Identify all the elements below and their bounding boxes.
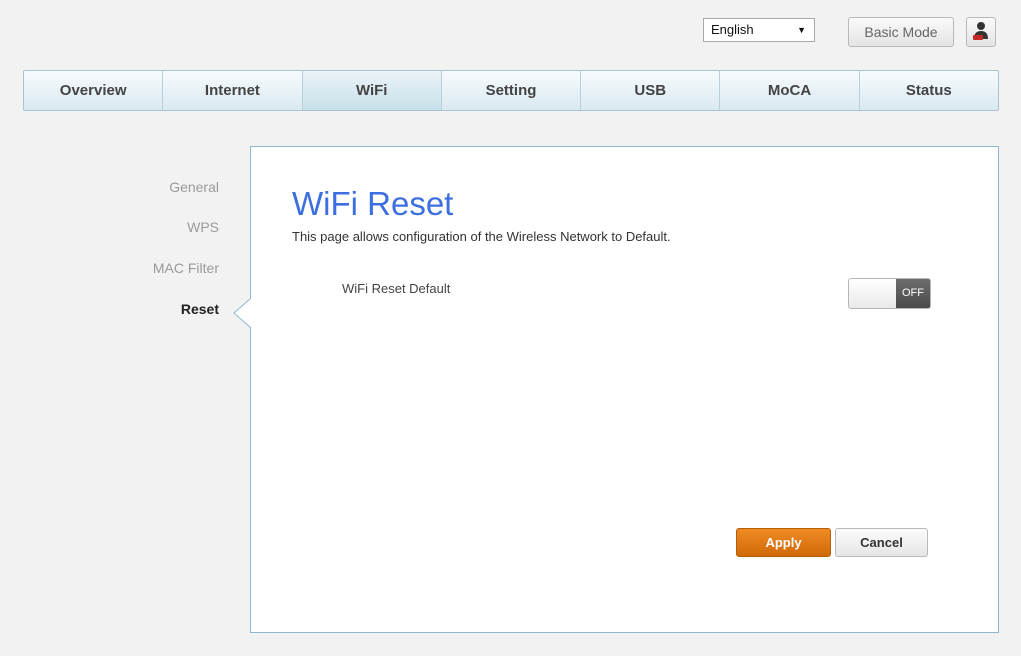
sidebar-item-mac-filter[interactable]: MAC Filter [153,260,219,276]
tab-usb[interactable]: USB [581,71,721,110]
user-icon-graphic [973,22,988,40]
toggle-state: OFF [896,279,930,308]
tab-status[interactable]: Status [860,71,998,110]
tab-setting[interactable]: Setting [442,71,582,110]
wifi-reset-default-toggle[interactable]: OFF [848,278,931,309]
active-pointer-icon [233,298,252,328]
tab-overview[interactable]: Overview [24,71,164,110]
user-icon[interactable] [966,17,996,47]
tab-moca[interactable]: MoCA [720,71,860,110]
sidebar-item-wps[interactable]: WPS [187,219,219,235]
tab-wifi[interactable]: WiFi [302,71,442,110]
language-select[interactable]: English ▼ [703,18,815,42]
chevron-down-icon: ▼ [797,25,806,35]
page-title: WiFi Reset [292,185,454,222]
language-select-value: English [711,22,754,37]
wifi-reset-default-label: WiFi Reset Default [342,281,451,296]
cancel-button[interactable]: Cancel [835,528,928,557]
sidebar-item-reset[interactable]: Reset [181,301,219,317]
content-panel: WiFi Reset This page allows configuratio… [250,146,999,633]
main-nav: Overview Internet WiFi Setting USB MoCA … [23,70,999,111]
tab-internet[interactable]: Internet [163,71,303,110]
router-admin-page: English ▼ Basic Mode Overview Internet W… [0,0,1021,656]
page-description: This page allows configuration of the Wi… [292,229,671,244]
sidebar-item-general[interactable]: General [169,179,219,195]
apply-button[interactable]: Apply [736,528,831,557]
basic-mode-button[interactable]: Basic Mode [848,17,954,47]
